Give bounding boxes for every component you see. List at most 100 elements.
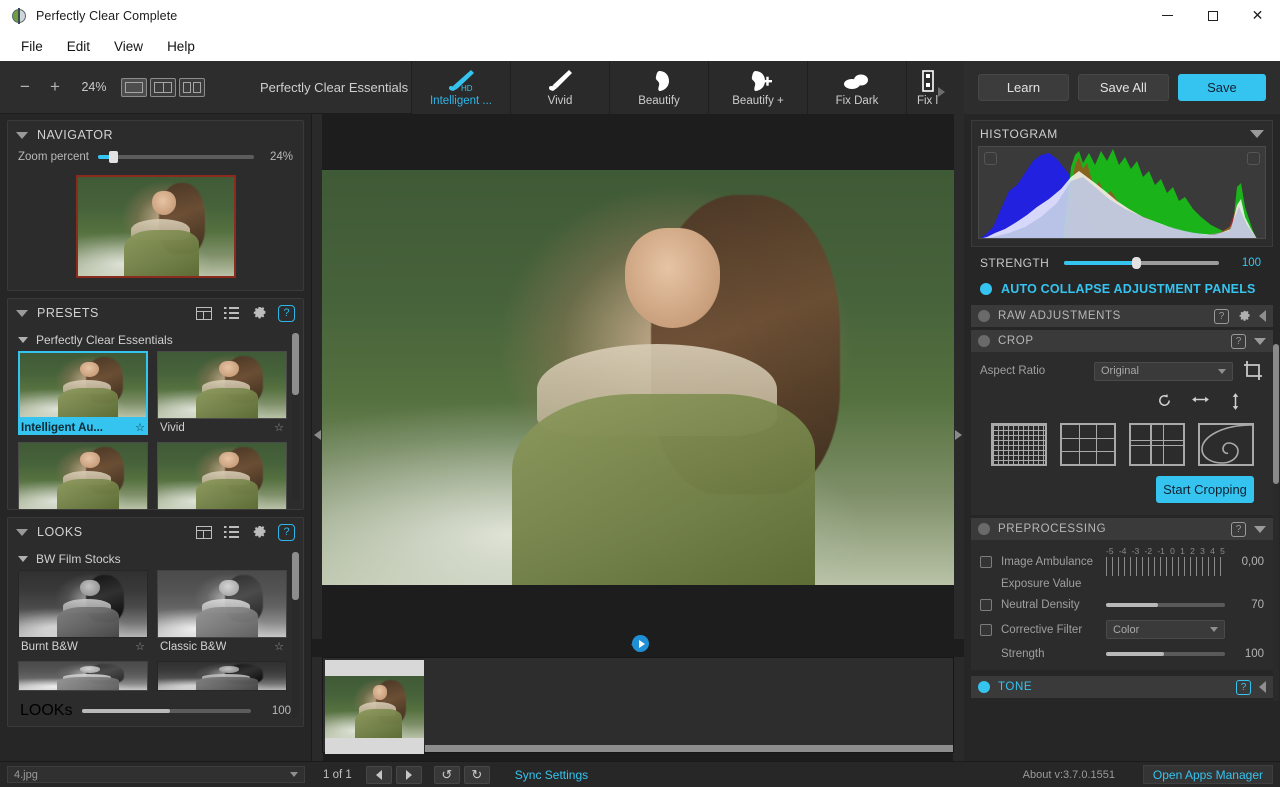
looks-slider[interactable] bbox=[82, 709, 251, 713]
help-icon[interactable]: ? bbox=[278, 524, 295, 541]
help-icon[interactable]: ? bbox=[1214, 309, 1229, 324]
neutral-density-slider[interactable] bbox=[1106, 603, 1225, 607]
favorite-star-icon[interactable]: ☆ bbox=[135, 640, 145, 653]
triangle-left-icon[interactable] bbox=[1259, 681, 1266, 693]
sync-settings-button[interactable]: Sync Settings bbox=[506, 766, 597, 784]
corrective-filter-checkbox[interactable] bbox=[980, 624, 992, 636]
redo-button[interactable]: ↻ bbox=[464, 766, 490, 784]
next-image-button[interactable] bbox=[396, 766, 422, 784]
image-ambulance-checkbox[interactable] bbox=[980, 556, 992, 568]
menu-file[interactable]: File bbox=[10, 36, 54, 57]
minimize-button[interactable] bbox=[1145, 0, 1190, 31]
help-icon[interactable]: ? bbox=[278, 305, 295, 322]
help-icon[interactable]: ? bbox=[1236, 680, 1251, 695]
preset-tile[interactable] bbox=[18, 442, 148, 510]
raw-adjustments-header[interactable]: RAW ADJUSTMENTS ? bbox=[971, 305, 1273, 327]
list-view-icon[interactable] bbox=[222, 523, 241, 542]
triangle-down-icon[interactable] bbox=[1254, 526, 1266, 533]
preset-tile[interactable]: Vivid☆ bbox=[157, 351, 287, 435]
spiral-grid-icon[interactable] bbox=[1198, 423, 1254, 466]
maximize-button[interactable] bbox=[1190, 0, 1235, 31]
preset-tile[interactable]: Intelligent Au...☆ bbox=[18, 351, 148, 435]
zoom-percent-slider[interactable] bbox=[98, 155, 254, 159]
rotate-icon[interactable] bbox=[1157, 393, 1172, 413]
zoom-in-button[interactable]: + bbox=[40, 72, 70, 102]
learn-button[interactable]: Learn bbox=[978, 74, 1069, 101]
fine-grid-icon[interactable] bbox=[991, 423, 1047, 466]
right-panel-scrollbar[interactable] bbox=[1273, 344, 1279, 701]
file-selector[interactable]: 4.jpg bbox=[7, 766, 305, 783]
crop-icon[interactable] bbox=[1242, 360, 1264, 382]
image-viewer[interactable] bbox=[322, 114, 954, 641]
section-enable-dot-icon[interactable] bbox=[978, 335, 990, 347]
right-panel-collapse-handle[interactable] bbox=[953, 114, 964, 761]
look-tile[interactable]: Burnt B&W☆ bbox=[18, 570, 148, 654]
undo-button[interactable]: ↺ bbox=[434, 766, 460, 784]
preset-intelligent-auto[interactable]: HD Intelligent ... bbox=[411, 61, 510, 114]
single-view-icon[interactable] bbox=[121, 78, 147, 97]
grid-view-icon[interactable] bbox=[194, 304, 213, 323]
favorite-star-icon[interactable]: ☆ bbox=[274, 421, 284, 434]
flip-horizontal-icon[interactable] bbox=[1192, 393, 1209, 413]
looks-header[interactable]: LOOKS ? bbox=[8, 518, 303, 546]
grid-view-icon[interactable] bbox=[194, 523, 213, 542]
preset-fix-dark[interactable]: Fix Dark bbox=[807, 61, 906, 114]
save-all-button[interactable]: Save All bbox=[1078, 74, 1169, 101]
looks-scrollbar[interactable] bbox=[292, 552, 299, 718]
tone-header[interactable]: TONE ? bbox=[971, 676, 1273, 698]
preset-fix-light[interactable]: Fix l bbox=[906, 61, 948, 114]
preprocessing-header[interactable]: PREPROCESSING ? bbox=[971, 518, 1273, 540]
list-view-icon[interactable] bbox=[222, 304, 241, 323]
section-enable-dot-icon[interactable] bbox=[978, 681, 990, 693]
section-enable-dot-icon[interactable] bbox=[978, 523, 990, 535]
look-tile[interactable]: Classic B&W☆ bbox=[157, 570, 287, 654]
looks-group-header[interactable]: BW Film Stocks bbox=[8, 546, 303, 570]
triangle-down-icon[interactable] bbox=[1250, 130, 1264, 138]
strength-slider[interactable] bbox=[1064, 261, 1219, 265]
open-apps-manager-button[interactable]: Open Apps Manager bbox=[1143, 765, 1273, 784]
preset-tile[interactable] bbox=[157, 442, 287, 510]
aspect-ratio-select[interactable]: Original bbox=[1094, 362, 1233, 381]
help-icon[interactable]: ? bbox=[1231, 334, 1246, 349]
previous-image-button[interactable] bbox=[366, 766, 392, 784]
presets-header[interactable]: PRESETS ? bbox=[8, 299, 303, 327]
exposure-ruler[interactable]: -5-4-3-2-1012345 bbox=[1106, 548, 1225, 576]
gear-icon[interactable] bbox=[250, 304, 269, 323]
gear-icon[interactable] bbox=[250, 523, 269, 542]
split-view-icon[interactable] bbox=[150, 78, 176, 97]
gear-icon[interactable] bbox=[1237, 309, 1251, 323]
menu-help[interactable]: Help bbox=[156, 36, 206, 57]
triangle-left-icon[interactable] bbox=[1259, 310, 1266, 322]
preset-beautify[interactable]: Beautify bbox=[609, 61, 708, 114]
crop-header[interactable]: CROP ? bbox=[971, 330, 1273, 352]
save-button[interactable]: Save bbox=[1178, 74, 1266, 101]
presets-scrollbar[interactable] bbox=[292, 333, 299, 501]
histogram-header[interactable]: HISTOGRAM bbox=[972, 121, 1272, 146]
triangle-down-icon[interactable] bbox=[1254, 338, 1266, 345]
side-by-side-icon[interactable] bbox=[179, 78, 205, 97]
navigator-thumbnail[interactable] bbox=[76, 175, 236, 278]
preset-strip-next-icon[interactable] bbox=[938, 87, 945, 97]
help-icon[interactable]: ? bbox=[1231, 522, 1246, 537]
filmstrip-thumbnail[interactable] bbox=[325, 660, 424, 754]
filmstrip-scrollbar[interactable] bbox=[425, 745, 953, 752]
favorite-star-icon[interactable]: ☆ bbox=[135, 421, 145, 434]
close-button[interactable]: ✕ bbox=[1235, 0, 1280, 31]
look-tile[interactable] bbox=[157, 661, 287, 691]
menu-view[interactable]: View bbox=[103, 36, 154, 57]
main-preview-image[interactable] bbox=[322, 170, 954, 585]
look-tile[interactable] bbox=[18, 661, 148, 691]
zoom-out-button[interactable]: − bbox=[10, 72, 40, 102]
flip-vertical-icon[interactable] bbox=[1229, 393, 1242, 413]
play-icon[interactable] bbox=[632, 635, 649, 652]
preset-beautify-plus[interactable]: Beautify + bbox=[708, 61, 807, 114]
presets-group-header[interactable]: Perfectly Clear Essentials bbox=[8, 327, 303, 351]
auto-collapse-toggle[interactable]: AUTO COLLAPSE ADJUSTMENT PANELS bbox=[971, 278, 1273, 305]
section-enable-dot-icon[interactable] bbox=[978, 310, 990, 322]
corrective-filter-select[interactable]: Color bbox=[1106, 620, 1225, 639]
thirds-grid-icon[interactable] bbox=[1060, 423, 1116, 466]
favorite-star-icon[interactable]: ☆ bbox=[274, 640, 284, 653]
start-cropping-button[interactable]: Start Cropping bbox=[1156, 476, 1254, 503]
neutral-density-checkbox[interactable] bbox=[980, 599, 992, 611]
menu-edit[interactable]: Edit bbox=[56, 36, 101, 57]
